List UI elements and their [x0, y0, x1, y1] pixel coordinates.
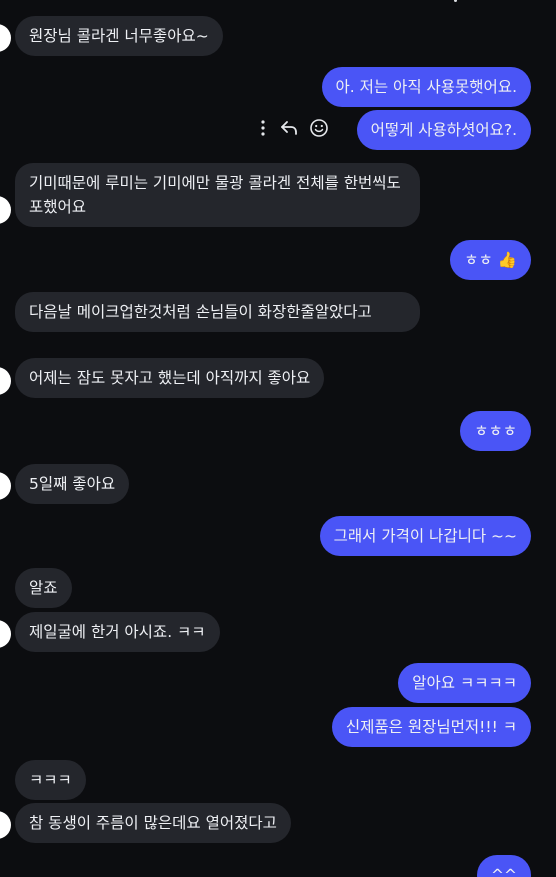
- incoming-message[interactable]: 다음날 메이크업한것처럼 손님들이 화장한줄알았다고: [15, 292, 420, 332]
- incoming-message[interactable]: 어제는 잠도 못자고 했는데 아직까지 좋아요: [15, 358, 325, 398]
- incoming-message[interactable]: ㅋㅋㅋ: [15, 760, 86, 800]
- incoming-message[interactable]: 5일째 좋아요: [15, 464, 130, 504]
- outgoing-message[interactable]: 어떻게 사용하셧어요?.: [356, 110, 531, 150]
- outgoing-message[interactable]: 그래서 가격이 나갑니다 ~~: [319, 516, 531, 556]
- message-actions: [257, 118, 329, 138]
- outgoing-message[interactable]: 아. 저는 아직 사용못햇어요.: [321, 67, 531, 107]
- avatar[interactable]: [0, 620, 11, 648]
- avatar[interactable]: [0, 24, 11, 52]
- more-vertical-icon[interactable]: [257, 118, 269, 138]
- avatar[interactable]: [0, 367, 11, 395]
- avatar[interactable]: [0, 811, 11, 839]
- outgoing-message[interactable]: 알아요 ㅋㅋㅋㅋ: [398, 663, 531, 703]
- avatar[interactable]: [0, 472, 11, 500]
- reply-icon[interactable]: [279, 118, 299, 138]
- incoming-message[interactable]: 알죠: [15, 568, 72, 608]
- chat-conversation: 원장님 콜라겐 너무좋아요~ 아. 저는 아직 사용못햇어요. 어떻게 사용하셧…: [0, 0, 556, 877]
- avatar[interactable]: [0, 196, 11, 224]
- incoming-message[interactable]: 원장님 콜라겐 너무좋아요~: [15, 16, 223, 56]
- incoming-message[interactable]: 기미때문에 루미는 기미에만 물광 콜라겐 전체를 한번씩도포했어요: [15, 163, 420, 227]
- emoji-reaction-icon[interactable]: [309, 118, 329, 138]
- incoming-message[interactable]: 제일굴에 한거 아시죠. ㅋㅋ: [15, 612, 220, 652]
- outgoing-message[interactable]: ㅎㅎㅎ: [460, 411, 531, 451]
- outgoing-message[interactable]: ㅎㅎ 👍: [450, 240, 531, 280]
- scroll-indicator-dot: [454, 0, 457, 2]
- outgoing-message[interactable]: 신제품은 원장님먼저!!! ㅋ: [331, 707, 531, 747]
- incoming-message[interactable]: 참 동생이 주름이 많은데요 열어졌다고: [15, 803, 291, 843]
- outgoing-message[interactable]: ^^: [477, 855, 531, 877]
